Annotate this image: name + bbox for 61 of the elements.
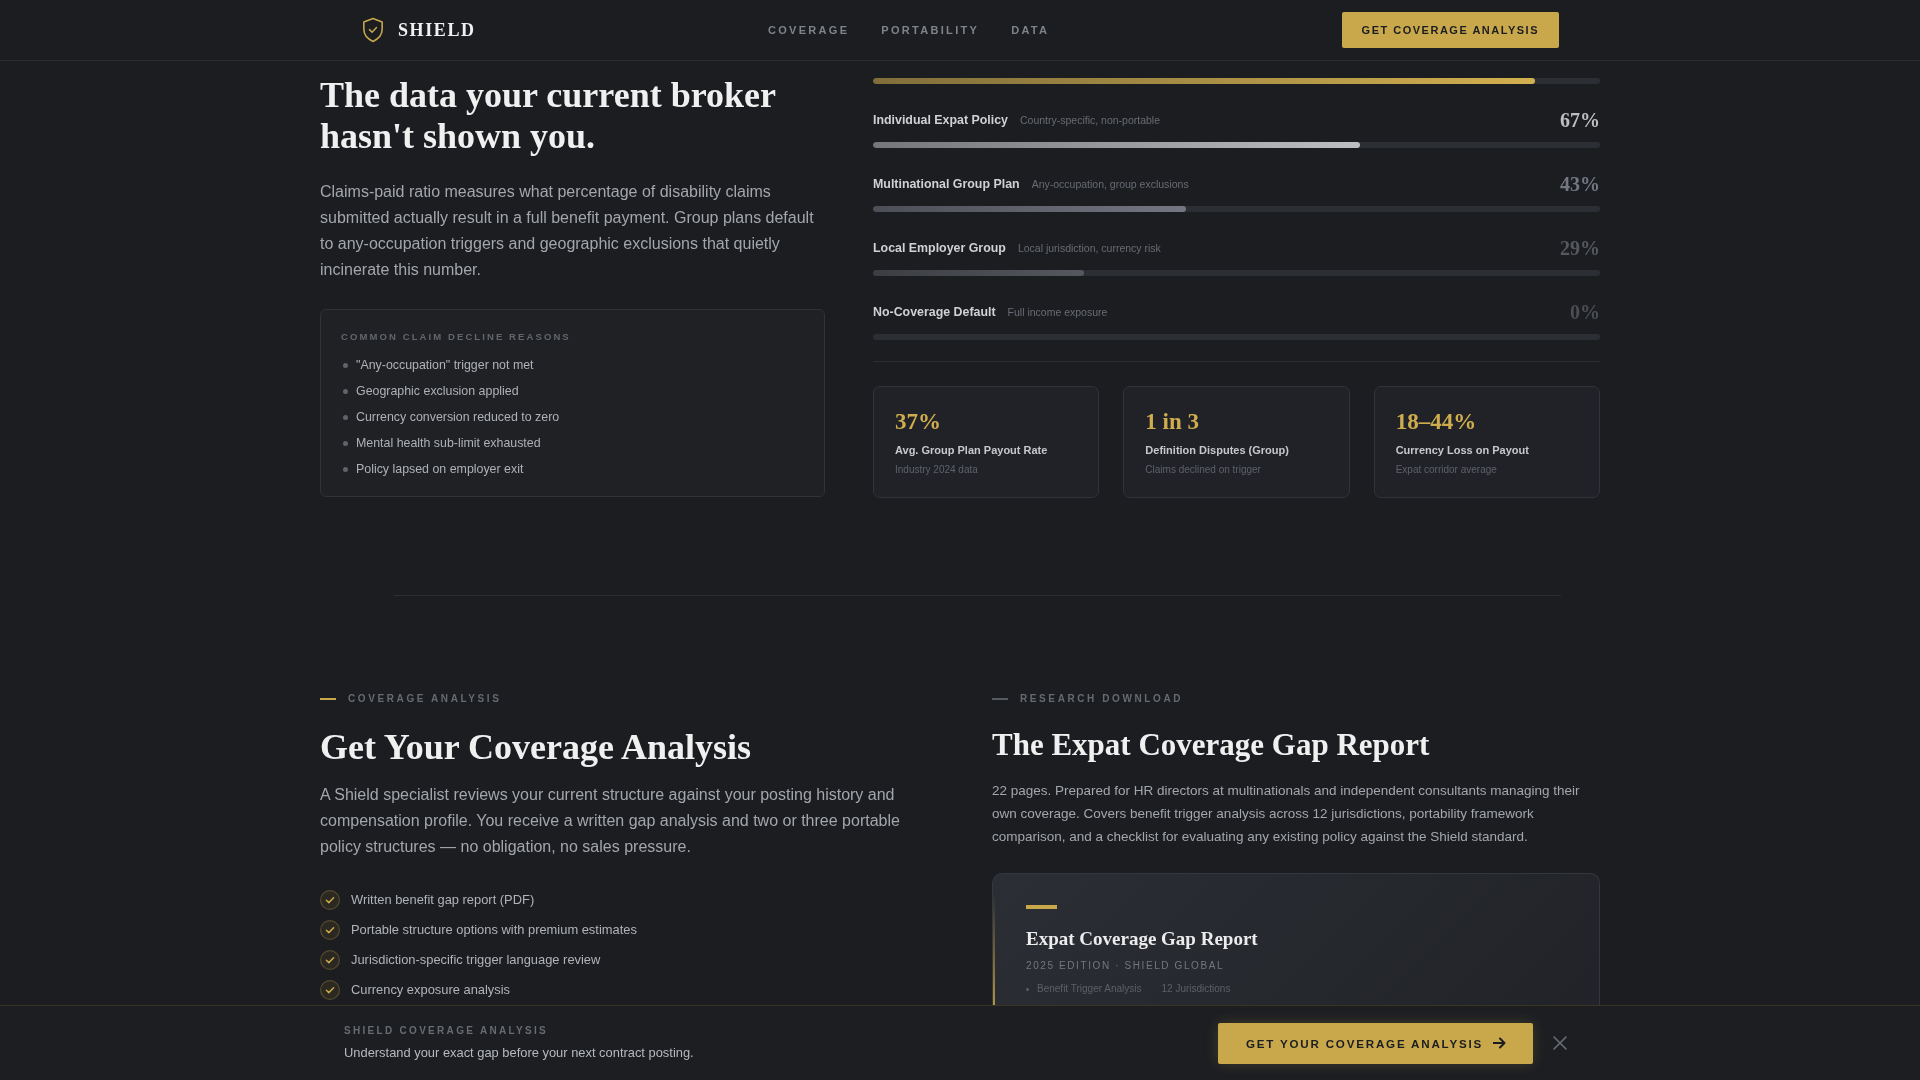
stat-label: Avg. Group Plan Payout Rate — [895, 443, 1049, 458]
check-icon — [320, 950, 340, 970]
intro-paragraph: Claims-paid ratio measures what percentage of disability claims submitted actually result in a full benefit payment. Group plans default to any-occupation triggers and geographic exclusions that quietly incinerate this number. — [320, 182, 815, 280]
stat-value: 37% — [895, 408, 942, 436]
percent-value: 67% — [1560, 108, 1600, 132]
arrow-icon — [1493, 1037, 1506, 1049]
checklist-text: Written benefit gap report (PDF) — [351, 891, 535, 909]
report-meta: 2025 EDITION · SHIELD GLOBAL — [1026, 959, 1226, 973]
reason-text: Mental health sub-limit exhausted — [356, 435, 541, 452]
stat-label: Definition Disputes (Group) — [1145, 443, 1290, 458]
bullet-icon — [343, 388, 348, 394]
checklist-text: Currency exposure analysis — [351, 981, 511, 999]
shield-icon — [362, 17, 384, 43]
stat-value: 18–44% — [1395, 408, 1478, 436]
reason-text: Geographic exclusion applied — [356, 383, 519, 400]
check-icon — [320, 890, 340, 910]
cta-button[interactable]: GET COVERAGE ANALYSIS — [1341, 12, 1559, 48]
stat-value: 1 in 3 — [1145, 408, 1200, 436]
checklist-text: Jurisdiction-specific trigger language review — [351, 951, 601, 969]
bullet-icon — [1026, 987, 1029, 991]
nav-link[interactable]: PORTABILITY — [881, 24, 980, 36]
stat-note: Industry 2024 data — [895, 463, 979, 477]
reason-text: Currency conversion reduced to zero — [356, 409, 560, 426]
plan-name: Local Employer Group — [873, 241, 1006, 255]
plan-name: Individual Expat Policy — [873, 113, 1008, 127]
plan-note: Full income exposure — [1007, 306, 1108, 318]
reason-text: Policy lapsed on employer exit — [356, 461, 524, 478]
checklist-text: Portable structure options with premium estimates — [351, 921, 637, 939]
report-paragraph: 22 pages. Prepared for HR directors at multinationals and independent consultants managing their own coverage. Covers benefit trigger analysis across 12 jurisdictions, portability framework comparison, and a checklist for evaluating any existing policy against the Shield standard. — [992, 782, 1581, 846]
stat-label: Currency Loss on Payout — [1395, 443, 1530, 458]
stat-note: Expat corridor average — [1395, 463, 1498, 477]
reason-text: "Any-occupation" trigger not met — [356, 357, 534, 374]
check-icon — [320, 980, 340, 1000]
section-heading: The Expat Coverage Gap Report — [992, 726, 1431, 764]
stat-note: Claims declined on trigger — [1145, 463, 1262, 477]
analysis-paragraph: A Shield specialist reviews your current structure against your posting history and compensation profile. You receive a written gap analysis and two or three portable policy structures — no obligation, no sales pressure. — [320, 785, 901, 857]
bullet-icon — [343, 414, 348, 420]
report-title: Expat Coverage Gap Report — [1026, 927, 1259, 951]
nav-link[interactable]: DATA — [1011, 24, 1050, 36]
plan-note: Local jurisdiction, currency risk — [1017, 242, 1161, 254]
section-heading: Get Your Coverage Analysis — [320, 726, 752, 769]
plan-name: Multinational Group Plan — [873, 177, 1020, 191]
bullet-icon — [343, 466, 348, 472]
bar-eyebrow: SHIELD COVERAGE ANALYSIS — [344, 1024, 549, 1038]
panel-heading: COMMON CLAIM DECLINE REASONS — [341, 330, 572, 344]
bar-text: Understand your exact gap before your next contract posting. — [344, 1044, 694, 1062]
section-eyebrow: RESEARCH DOWNLOAD — [1020, 692, 1184, 706]
plan-name: No-Coverage Default — [873, 305, 996, 319]
percent-value: 29% — [1560, 236, 1600, 260]
cta-button[interactable]: GET YOUR COVERAGE ANALYSIS — [1217, 1022, 1533, 1064]
plan-note: Country-specific, non-portable — [1019, 114, 1161, 126]
percent-value: 43% — [1560, 172, 1600, 196]
section-heading: The data your current broker hasn't shown you. — [320, 75, 777, 157]
brand-name: SHIELD — [398, 19, 476, 41]
plan-note: Any-occupation, group exclusions — [1031, 178, 1189, 190]
bullet-icon — [343, 362, 348, 368]
close-icon[interactable] — [1553, 1036, 1567, 1050]
bullet-icon — [343, 440, 348, 446]
section-eyebrow: COVERAGE ANALYSIS — [348, 692, 502, 706]
nav-link[interactable]: COVERAGE — [767, 24, 850, 36]
check-icon — [320, 920, 340, 940]
